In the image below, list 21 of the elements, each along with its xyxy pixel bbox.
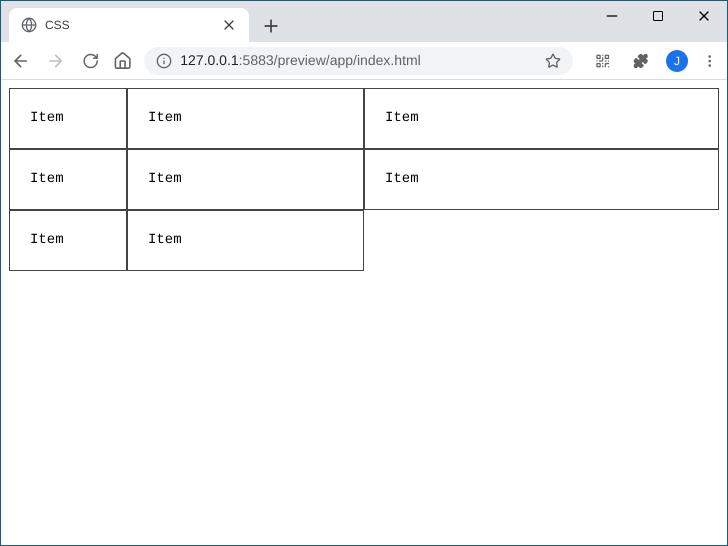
qr-code-icon[interactable] xyxy=(595,52,611,68)
home-icon[interactable] xyxy=(112,50,132,70)
tab-title: CSS xyxy=(45,17,71,34)
bookmark-star-icon[interactable] xyxy=(545,52,562,68)
profile-avatar[interactable]: J xyxy=(666,50,688,72)
grid-item: Item xyxy=(127,88,364,149)
grid-item: Item xyxy=(9,210,127,271)
grid-item: Item xyxy=(127,210,364,271)
extensions-icon[interactable] xyxy=(632,52,648,68)
browser-tab[interactable]: CSS xyxy=(9,8,249,42)
grid-item: Item xyxy=(9,149,127,210)
reload-icon[interactable] xyxy=(82,52,99,70)
url-text: 127.0.0.1:5883/preview/app/index.html xyxy=(180,51,422,70)
maximize-icon[interactable] xyxy=(652,10,664,22)
grid-item: Item xyxy=(364,149,719,210)
address-bar[interactable]: 127.0.0.1:5883/preview/app/index.html xyxy=(144,46,574,74)
grid-item: Item xyxy=(127,149,364,210)
info-icon[interactable] xyxy=(156,52,172,68)
grid-item: Item xyxy=(364,88,719,149)
globe-icon xyxy=(21,17,37,33)
grid-item: Item xyxy=(9,88,127,149)
